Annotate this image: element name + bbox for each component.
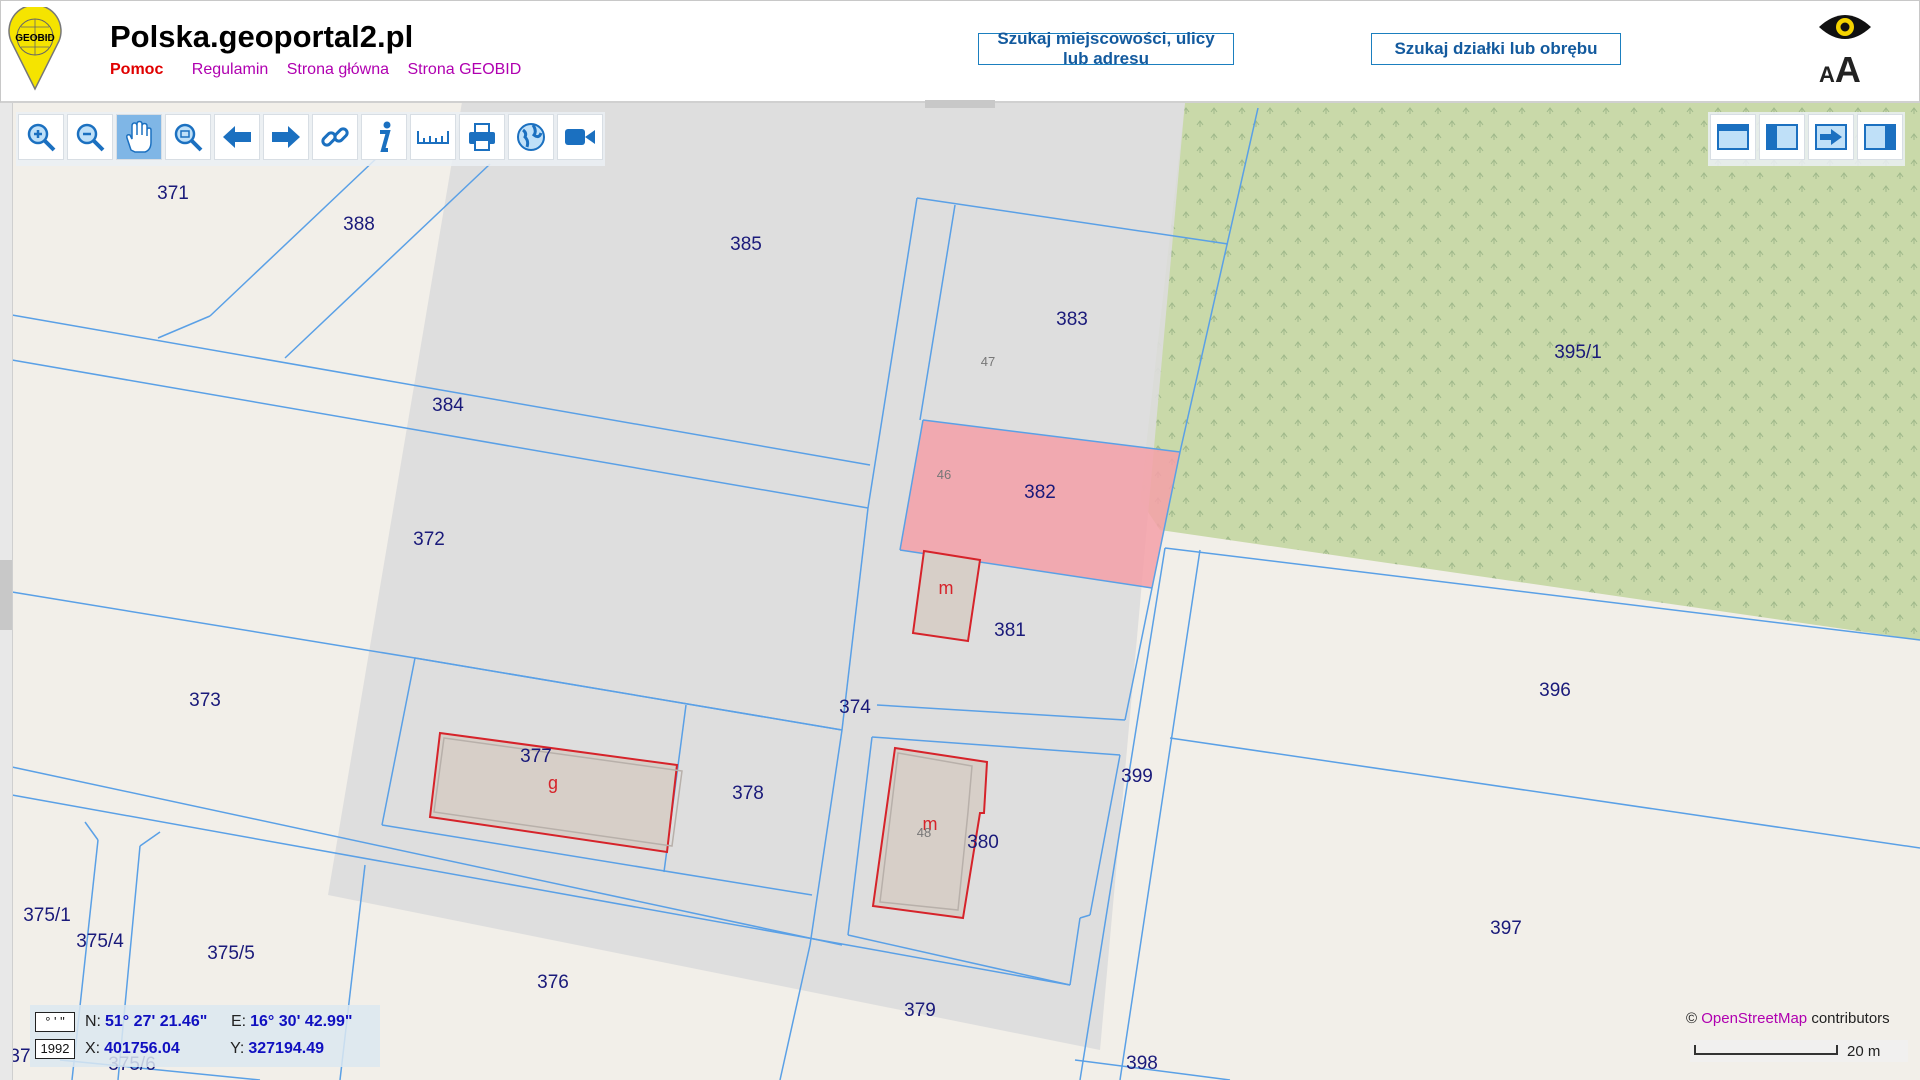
parcel-label: 375/1 [23, 905, 71, 926]
scale-label: 20 m [1847, 1043, 1881, 1060]
pan-hand-icon[interactable] [116, 114, 162, 160]
link-icon[interactable] [312, 114, 358, 160]
zoom-extent-icon[interactable] [165, 114, 211, 160]
parcel-label: 374 [839, 697, 871, 718]
map-svg[interactable]: 371 388 385 383 395/1 384 382 372 381 37… [0, 102, 1920, 1080]
parcel-label: 399 [1121, 766, 1153, 787]
parcel-label: 371 [157, 183, 189, 204]
map-attribution: © OpenStreetMap contributors [1686, 1010, 1890, 1027]
layout-right-panel-icon[interactable] [1857, 114, 1903, 160]
nav-help-link[interactable]: Pomoc [110, 61, 163, 78]
coord-x-label: X: [85, 1040, 101, 1057]
parcel-label: 376 [537, 972, 569, 993]
zoom-in-icon[interactable] [18, 114, 64, 160]
top-panel-handle[interactable] [925, 100, 995, 108]
info-icon[interactable] [361, 114, 407, 160]
forward-arrow-icon[interactable] [263, 114, 309, 160]
parcel-label: 379 [904, 1000, 936, 1021]
back-arrow-icon[interactable] [214, 114, 260, 160]
parcel-label: 385 [730, 234, 762, 255]
coord-e-value: 16° 30' 42.99" [250, 1013, 353, 1030]
building-number: 47 [981, 354, 995, 369]
font-size-toggle[interactable]: AA [1819, 49, 1861, 91]
coord-x-value: 401756.04 [104, 1040, 180, 1057]
svg-text:GEOBID: GEOBID [15, 33, 54, 44]
font-large-glyph: A [1834, 49, 1861, 90]
map-toolbar [16, 112, 605, 166]
top-nav: Pomoc Regulamin Strona główna Strona GEO… [110, 61, 535, 79]
scale-line [1694, 1045, 1838, 1055]
layout-full-icon[interactable] [1710, 114, 1756, 160]
coord-format-1992-toggle[interactable]: 1992 [35, 1039, 75, 1059]
parcel-label: 382 [1024, 482, 1056, 503]
parcel-label: 398 [1126, 1053, 1158, 1074]
coord-n-value: 51° 27' 21.46" [105, 1013, 208, 1030]
attribution-suffix: contributors [1811, 1010, 1890, 1027]
building-label: m [939, 578, 954, 598]
parcel-label: 395/1 [1554, 342, 1602, 363]
measure-ruler-icon[interactable] [410, 114, 456, 160]
coord-e-label: E: [231, 1013, 247, 1030]
parcel-label: 378 [732, 783, 764, 804]
nav-geobid-link[interactable]: Strona GEOBID [407, 61, 521, 78]
search-parcel-button[interactable]: Szukaj działki lub obrębu [1371, 33, 1621, 65]
coord-format-dms-toggle[interactable]: ° ' " [35, 1012, 75, 1032]
layout-toolbar [1708, 112, 1905, 166]
building-number: 48 [917, 825, 931, 840]
print-icon[interactable] [459, 114, 505, 160]
font-small-glyph: A [1819, 62, 1835, 87]
parcel-label: 396 [1539, 680, 1571, 701]
parcel-label: 375/4 [76, 931, 124, 952]
nav-terms-link[interactable]: Regulamin [192, 61, 268, 78]
parcel-label: 373 [189, 690, 221, 711]
coord-y-value: 327194.49 [248, 1040, 324, 1057]
globe-icon[interactable] [508, 114, 554, 160]
building-number: 46 [937, 467, 951, 482]
building-label: g [548, 773, 558, 793]
parcel-label: 375/5 [207, 943, 255, 964]
parcel-label: 384 [432, 395, 464, 416]
parcel-label: 397 [1490, 918, 1522, 939]
zoom-out-icon[interactable] [67, 114, 113, 160]
map-canvas[interactable]: 371 388 385 383 395/1 384 382 372 381 37… [0, 102, 1920, 1080]
layout-left-panel-icon[interactable] [1759, 114, 1805, 160]
video-camera-icon[interactable] [557, 114, 603, 160]
site-title: Polska.geoportal2.pl [110, 19, 414, 54]
coordinates-panel: ° ' " N: 51° 27' 21.46" E: 16° 30' 42.99… [30, 1005, 380, 1067]
eye-icon[interactable] [1817, 9, 1873, 50]
parcel-label: 372 [413, 529, 445, 550]
parcel-label: 380 [967, 832, 999, 853]
coord-n-label: N: [85, 1013, 101, 1030]
nav-home-link[interactable]: Strona główna [287, 61, 389, 78]
scale-bar: 20 m [1690, 1040, 1908, 1062]
header: GEOBID Polska.geoportal2.pl Pomoc Regula… [0, 0, 1920, 103]
osm-link[interactable]: OpenStreetMap [1701, 1010, 1807, 1027]
parcel-label: 377 [520, 746, 552, 767]
left-panel-handle[interactable] [0, 560, 12, 630]
exit-panel-icon[interactable] [1808, 114, 1854, 160]
attribution-copyright: © [1686, 1010, 1698, 1027]
parcel-label: 381 [994, 620, 1026, 641]
geobid-logo[interactable]: GEOBID [7, 4, 63, 96]
search-address-button[interactable]: Szukaj miejscowości, ulicy lub adresu [978, 29, 1234, 68]
parcel-label: 388 [343, 214, 375, 235]
coord-y-label: Y: [230, 1040, 245, 1057]
parcel-label: 383 [1056, 309, 1088, 330]
